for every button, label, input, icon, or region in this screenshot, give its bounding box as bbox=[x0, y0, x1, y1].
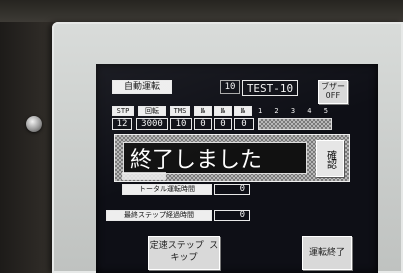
value-no-3: 0 bbox=[234, 118, 254, 130]
time-value: 10 bbox=[170, 118, 192, 130]
header-step: STP bbox=[112, 106, 134, 116]
final-step-elapsed-label: 最終ステップ経過時間 bbox=[106, 210, 212, 221]
value-no-2: 0 bbox=[214, 118, 232, 130]
program-name[interactable]: TEST-10 bbox=[242, 80, 298, 96]
dialog-message: 終了しました bbox=[123, 142, 307, 174]
stop-operation-button[interactable]: 運転終了 bbox=[302, 236, 352, 270]
buzzer-off-button[interactable]: ブザー OFF bbox=[318, 80, 348, 104]
header-no-3: № bbox=[234, 106, 252, 116]
confirm-button[interactable]: 確認 bbox=[316, 140, 344, 177]
final-step-elapsed-value: 0 bbox=[214, 210, 250, 221]
constant-speed-step-skip-button[interactable]: 定速ステップ スキップ bbox=[148, 236, 220, 270]
hidden-row-label bbox=[122, 172, 166, 180]
total-run-time-label: トータル運転時間 bbox=[122, 184, 212, 195]
pattern-header: 1 2 3 4 5 6 bbox=[258, 106, 328, 115]
equipment-shelf bbox=[0, 0, 403, 22]
mounting-screw bbox=[26, 116, 42, 132]
header-time: TMS bbox=[170, 106, 190, 116]
step-value: 12 bbox=[112, 118, 132, 130]
header-no-1: № bbox=[194, 106, 212, 116]
header-speed: 回転 bbox=[138, 106, 166, 116]
header-no-2: № bbox=[214, 106, 232, 116]
hmi-screen: 自動運転 10 TEST-10 ブザー OFF STP 回転 TMS № № №… bbox=[96, 64, 378, 273]
program-number: 10 bbox=[220, 80, 240, 94]
speed-value: 3000 bbox=[136, 118, 168, 130]
mode-indicator: 自動運転 bbox=[112, 80, 172, 94]
value-no-1: 0 bbox=[194, 118, 212, 130]
pattern-indicator-strip bbox=[258, 118, 332, 130]
total-run-time-value: 0 bbox=[214, 184, 250, 195]
